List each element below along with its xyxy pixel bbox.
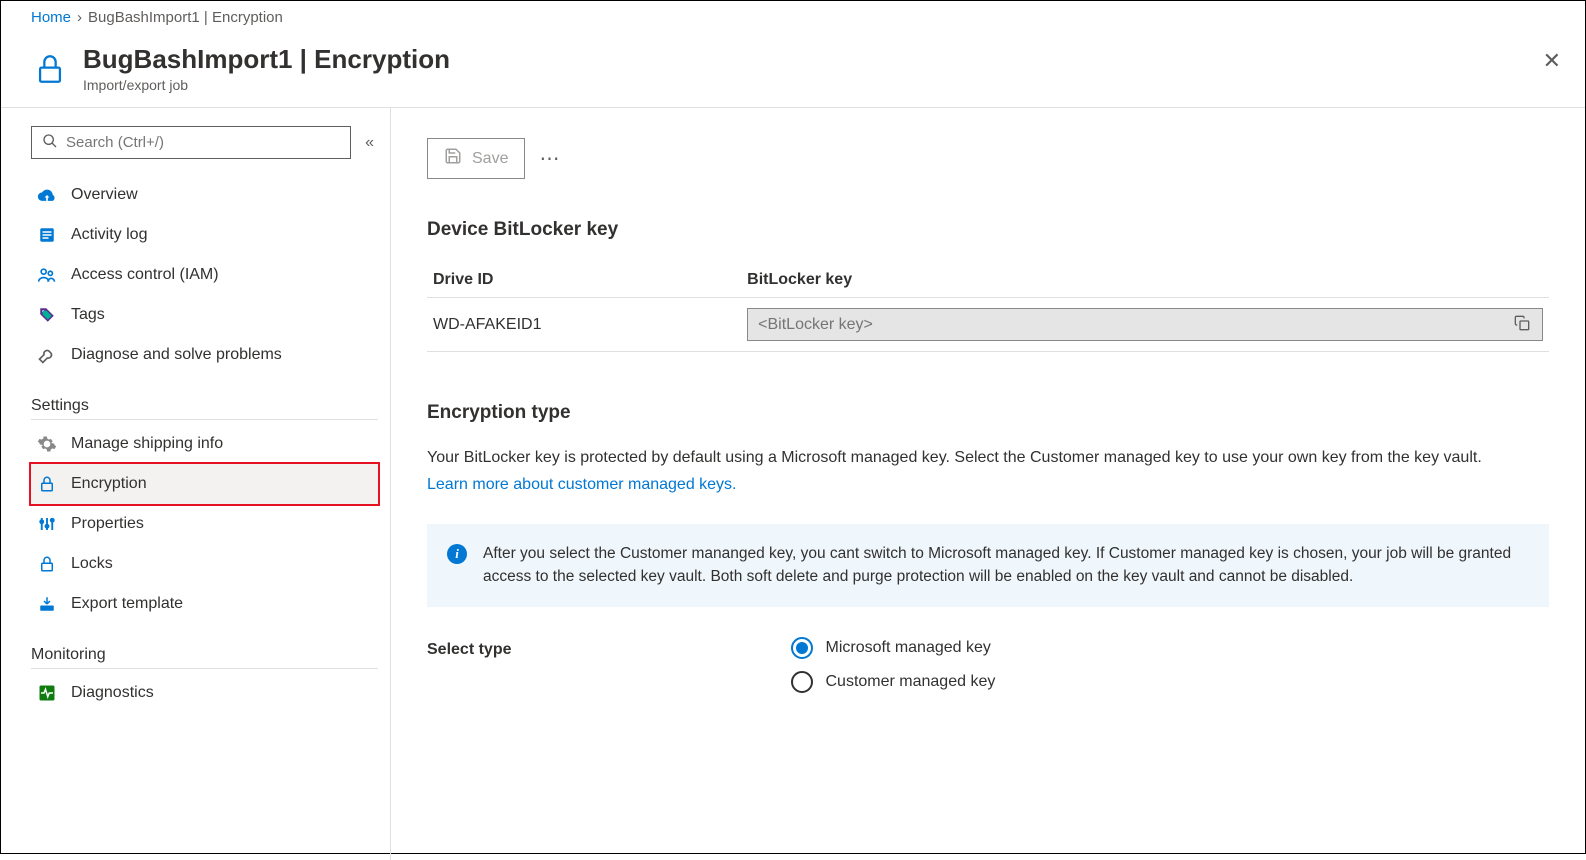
radio-label-text: Microsoft managed key <box>825 639 990 657</box>
tag-icon <box>37 305 57 325</box>
wrench-icon <box>37 345 57 365</box>
chevron-double-left-icon: « <box>365 134 374 151</box>
col-drive-id: Drive ID <box>427 263 741 298</box>
radio-icon <box>791 671 813 693</box>
bitlocker-table: Drive ID BitLocker key WD-AFAKEID1 <box>427 263 1549 352</box>
info-box: i After you select the Customer mananged… <box>427 524 1549 607</box>
drive-id-cell: WD-AFAKEID1 <box>427 298 741 352</box>
radio-microsoft-key[interactable]: Microsoft managed key <box>791 637 995 659</box>
select-type-label: Select type <box>427 637 511 659</box>
sidebar-item-encryption[interactable]: Encryption <box>31 464 378 504</box>
people-icon <box>37 265 57 285</box>
info-text: After you select the Customer mananged k… <box>483 542 1529 589</box>
encryption-section-title: Encryption type <box>427 402 1549 424</box>
sidebar-item-label: Access control (IAM) <box>71 266 219 284</box>
bitlocker-key-input[interactable] <box>758 316 1512 334</box>
sliders-icon <box>37 514 57 534</box>
sidebar-item-locks[interactable]: Locks <box>31 544 378 584</box>
page-subtitle: Import/export job <box>83 77 450 93</box>
export-icon <box>37 594 57 614</box>
radio-label-text: Customer managed key <box>825 673 995 691</box>
sidebar-item-overview[interactable]: Overview <box>31 175 378 215</box>
search-icon <box>42 133 58 152</box>
learn-more-link[interactable]: Learn more about customer managed keys. <box>427 476 737 494</box>
breadcrumb-home-link[interactable]: Home <box>31 9 71 26</box>
toolbar: Save ⋯ <box>427 138 1549 179</box>
close-button[interactable]: ✕ <box>1543 48 1561 74</box>
sidebar-item-access-control[interactable]: Access control (IAM) <box>31 255 378 295</box>
sidebar-item-label: Properties <box>71 515 144 533</box>
sidebar-item-export-template[interactable]: Export template <box>31 584 378 624</box>
page-title: BugBashImport1 | Encryption <box>83 44 450 75</box>
copy-button[interactable] <box>1512 313 1532 336</box>
sidebar-item-label: Manage shipping info <box>71 435 223 453</box>
collapse-sidebar-button[interactable]: « <box>361 130 378 156</box>
save-icon <box>444 147 462 170</box>
sidebar-item-properties[interactable]: Properties <box>31 504 378 544</box>
bitlocker-section-title: Device BitLocker key <box>427 219 1549 241</box>
search-input[interactable] <box>66 134 340 151</box>
sidebar-item-label: Tags <box>71 306 105 324</box>
cloud-icon <box>37 185 57 205</box>
encryption-type-radio-group: Microsoft managed key Customer managed k… <box>791 637 995 693</box>
lock-icon <box>31 50 69 88</box>
page-header: BugBashImport1 | Encryption Import/expor… <box>1 34 1585 108</box>
radio-icon <box>791 637 813 659</box>
main-content: Save ⋯ Device BitLocker key Drive ID Bit… <box>391 108 1585 860</box>
radio-customer-key[interactable]: Customer managed key <box>791 671 995 693</box>
sidebar-section-monitoring: Monitoring <box>31 646 378 669</box>
save-button-label: Save <box>472 150 508 168</box>
lock-icon <box>37 474 57 494</box>
sidebar-item-label: Locks <box>71 555 113 573</box>
table-row: WD-AFAKEID1 <box>427 298 1549 352</box>
sidebar-item-tags[interactable]: Tags <box>31 295 378 335</box>
more-button[interactable]: ⋯ <box>539 146 561 171</box>
sidebar-section-settings: Settings <box>31 397 378 420</box>
heartbeat-icon <box>37 683 57 703</box>
sidebar-item-label: Encryption <box>71 475 147 493</box>
lock-icon <box>37 554 57 574</box>
breadcrumb: Home › BugBashImport1 | Encryption <box>1 1 1585 34</box>
sidebar-item-label: Diagnostics <box>71 684 154 702</box>
sidebar: « Overview Activity log Access control (… <box>1 108 391 860</box>
ellipsis-icon: ⋯ <box>539 148 561 170</box>
sidebar-item-label: Overview <box>71 186 138 204</box>
breadcrumb-current: BugBashImport1 | Encryption <box>88 9 283 26</box>
sidebar-item-diagnose[interactable]: Diagnose and solve problems <box>31 335 378 375</box>
copy-icon <box>1514 319 1530 334</box>
info-icon: i <box>447 544 467 564</box>
close-icon: ✕ <box>1543 48 1561 73</box>
sidebar-item-label: Export template <box>71 595 183 613</box>
log-icon <box>37 225 57 245</box>
gear-icon <box>37 434 57 454</box>
bitlocker-key-field[interactable] <box>747 308 1543 341</box>
sidebar-item-label: Activity log <box>71 226 147 244</box>
sidebar-item-diagnostics[interactable]: Diagnostics <box>31 673 378 713</box>
save-button[interactable]: Save <box>427 138 525 179</box>
search-box[interactable] <box>31 126 351 159</box>
chevron-right-icon: › <box>77 9 82 26</box>
sidebar-item-label: Diagnose and solve problems <box>71 346 282 364</box>
col-bitlocker-key: BitLocker key <box>741 263 1549 298</box>
sidebar-item-activity-log[interactable]: Activity log <box>31 215 378 255</box>
sidebar-item-shipping[interactable]: Manage shipping info <box>31 424 378 464</box>
encryption-description: Your BitLocker key is protected by defau… <box>427 446 1549 470</box>
